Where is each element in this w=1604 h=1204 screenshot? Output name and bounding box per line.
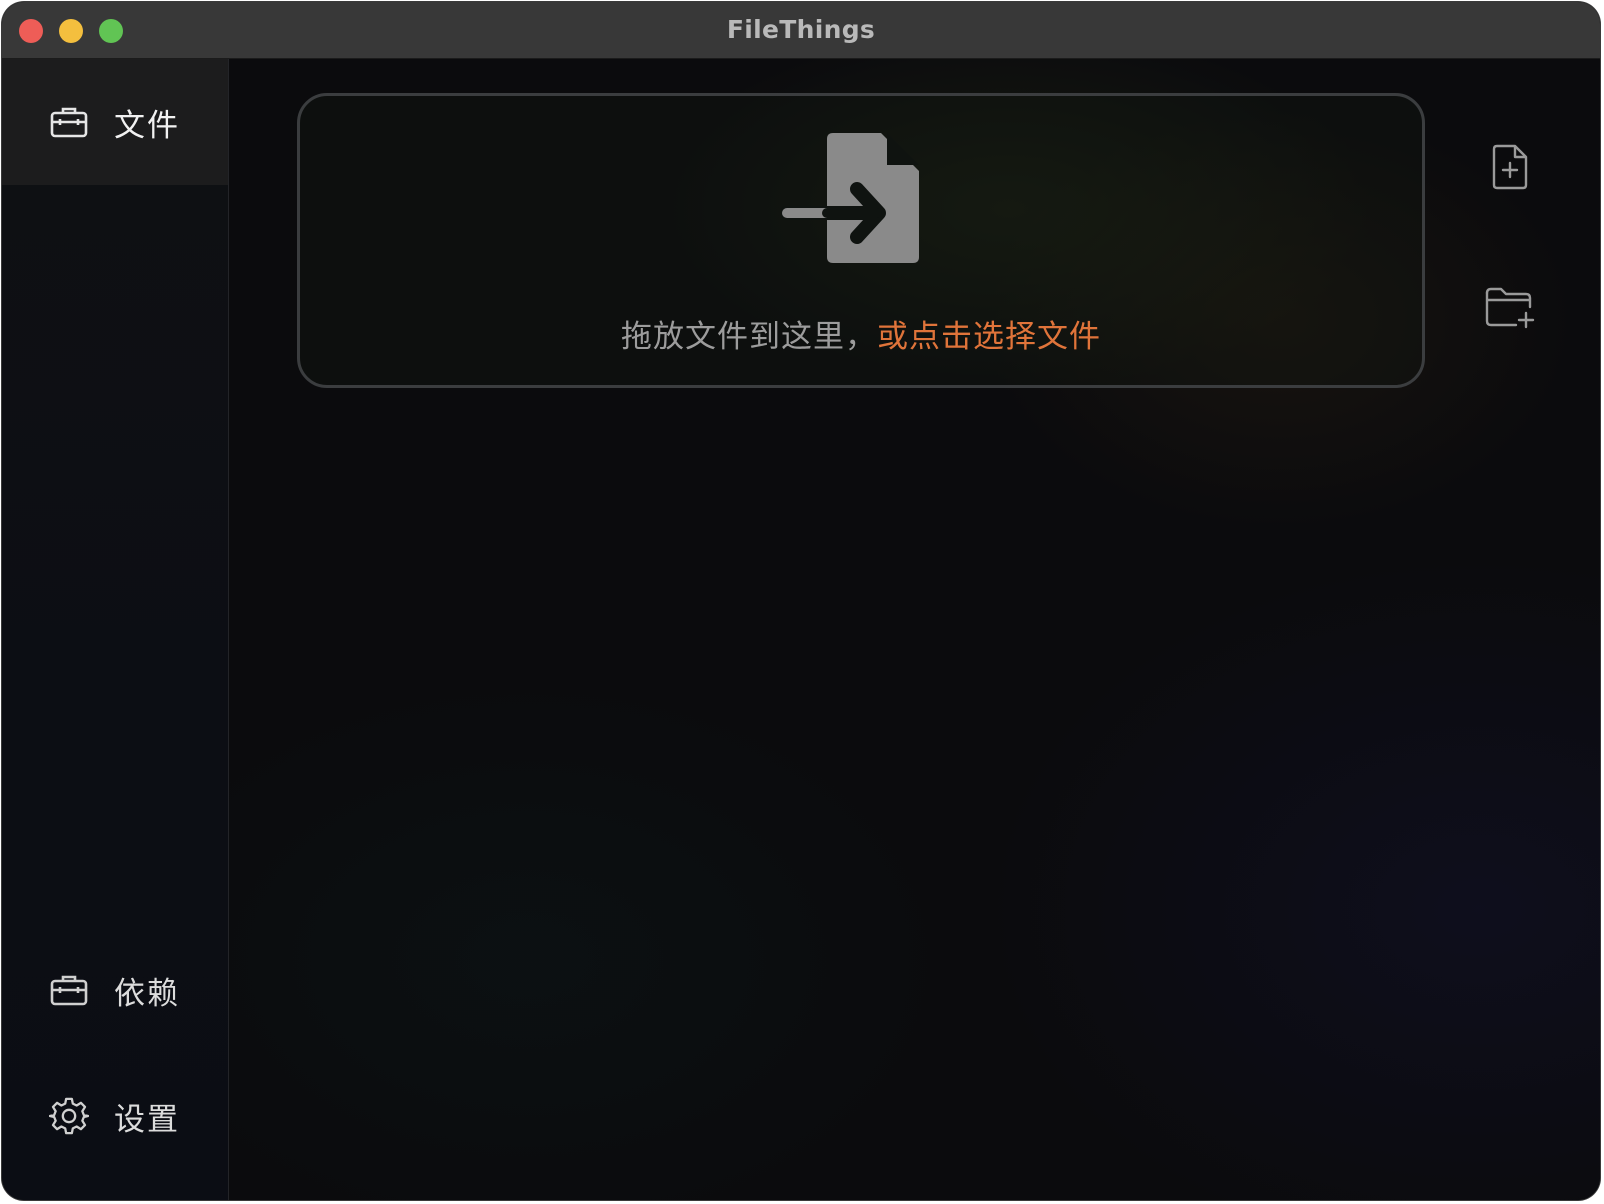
- gear-icon: [49, 1096, 89, 1136]
- drop-instructions: 拖放文件到这里，或点击选择文件: [300, 311, 1422, 356]
- window-title: FileThings: [726, 15, 876, 44]
- file-plus-icon: [1490, 143, 1530, 195]
- sidebar-item-dependencies[interactable]: 依赖: [2, 927, 228, 1053]
- briefcase-icon: [49, 970, 89, 1010]
- main-content: 拖放文件到这里，或点击选择文件: [229, 59, 1600, 1200]
- file-drop-zone[interactable]: 拖放文件到这里，或点击选择文件: [297, 93, 1425, 388]
- sidebar-item-label: 设置: [114, 1101, 180, 1138]
- sidebar-item-label: 依赖: [114, 975, 180, 1012]
- sidebar: 文件 依赖 设置: [2, 59, 229, 1200]
- briefcase-icon: [49, 102, 89, 142]
- sidebar-item-files[interactable]: 文件: [2, 59, 228, 185]
- file-import-icon: [780, 125, 921, 265]
- add-file-button[interactable]: [1482, 141, 1538, 197]
- add-folder-button[interactable]: [1482, 281, 1538, 337]
- title-bar: FileThings: [2, 2, 1600, 59]
- app-window: FileThings 文件 依赖 设置 拖放文件到这里，或点击选择文件: [2, 2, 1600, 1200]
- drop-hint-text: 拖放文件到这里，: [621, 319, 877, 355]
- folder-plus-icon: [1484, 285, 1536, 333]
- sidebar-item-settings[interactable]: 设置: [2, 1053, 228, 1179]
- sidebar-item-label: 文件: [114, 107, 180, 144]
- choose-file-link[interactable]: 或点击选择文件: [877, 319, 1101, 355]
